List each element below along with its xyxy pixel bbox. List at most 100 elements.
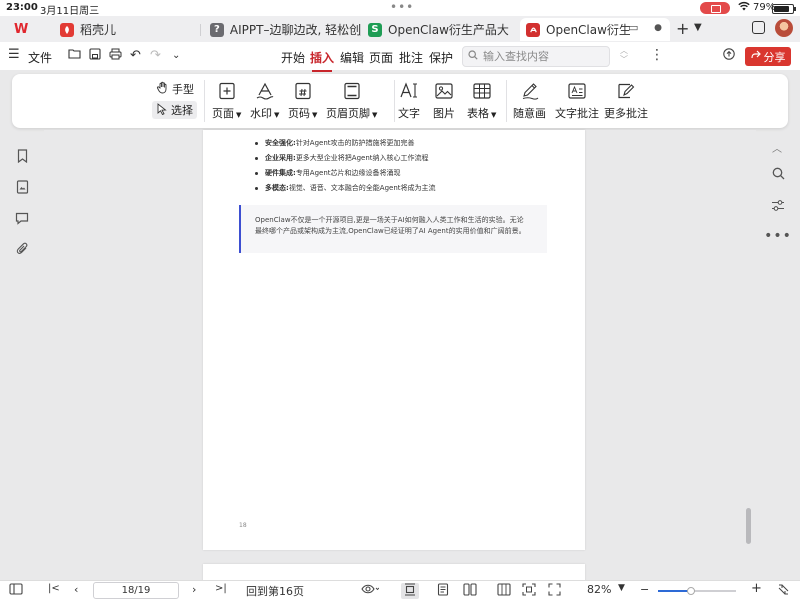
tab-list-chevron-down-icon[interactable]: ▼ [694,22,702,33]
zoom-slider-fill [658,590,691,592]
insert-text-label: 文字 [398,107,420,120]
tab-bar: W 稻壳儿 ? AIPPT–边聊边改, 轻松创 S OpenClaw衍生产品大 … [0,16,800,42]
collapse-ribbon-chevron-up-icon[interactable]: ︿ [772,140,782,155]
undo-icon[interactable]: ↶ [130,48,141,63]
wifi-icon [738,1,750,14]
text-comment-button[interactable]: 文字批注 [555,80,599,121]
insert-text-button[interactable]: 文字 [398,80,420,121]
quick-access-chevron-down-icon[interactable]: ⌄ [172,50,180,61]
file-menu[interactable]: 文件 [28,49,52,66]
insert-ribbon: 手型 选择 页面 ▼ 水印 ▼ 页码 ▼ 页眉页脚 ▼ 文字 图片 表格 ▼ 随… [12,74,788,128]
more-horizontal-icon[interactable]: ••• [764,228,791,244]
zoom-slider-knob[interactable] [686,587,695,595]
page-indicator-input[interactable]: 18/19 [93,582,179,599]
more-vertical-icon[interactable]: ⋮ [650,47,664,63]
document-viewport[interactable]: 安全强化:针对Agent攻击的防护措施将更加完善 企业采用:更多大型企业将把Ag… [44,130,756,584]
list-item: 安全强化:针对Agent攻击的防护措施将更加完善 [255,136,436,151]
attachment-paperclip-icon[interactable] [14,241,30,257]
chevron-down-icon: ▼ [274,111,280,119]
insert-table-button[interactable]: 表格 ▼ [467,80,496,121]
select-tool-button[interactable]: 选择 [152,101,197,119]
redo-icon[interactable]: ↷ [150,48,161,63]
folder-open-icon[interactable] [68,48,81,63]
tab-start[interactable]: 开始 [281,49,305,66]
tab-edit[interactable]: 编辑 [340,49,364,66]
zoom-percent[interactable]: 82% [587,583,611,596]
continuous-scroll-view-icon[interactable] [401,583,419,599]
menu-bar: ☰ 文件 ↶ ↷ ⌄ 开始 插入 编辑 页面 批注 保护 ︿﹀ ⋮ 分享 [0,42,800,72]
vertical-scrollbar-thumb[interactable] [746,508,751,544]
table-icon [471,80,493,102]
list-item: 多模态:视觉、语音、文本融合的全能Agent将成为主流 [255,181,436,196]
eye-view-mode-icon[interactable] [361,583,380,598]
last-page-icon[interactable]: >| [215,583,227,594]
hand-tool-button[interactable]: 手型 [152,80,198,98]
battery-icon [772,4,796,14]
window-switch-icon[interactable] [752,21,765,34]
tab-insert[interactable]: 插入 [310,49,334,72]
sidebar-panel-icon[interactable] [9,583,23,598]
tab-openclaw-sheet[interactable]: S OpenClaw衍生产品大 [368,18,518,41]
header-footer-button[interactable]: 页眉页脚 ▼ [326,80,377,121]
zoom-slider[interactable] [658,587,736,595]
left-sidebar [0,130,44,580]
fit-width-icon[interactable] [522,583,536,599]
window-icon[interactable]: ▭ [628,21,638,34]
tab-page[interactable]: 页面 [369,49,393,66]
watermark-button[interactable]: 水印 ▼ [250,80,279,121]
new-tab-plus-icon[interactable]: + [676,19,689,38]
chevron-down-icon: ▼ [236,111,242,119]
spreadsheet-icon: S [368,22,382,37]
single-page-view-icon[interactable] [437,583,449,599]
share-label: 分享 [763,50,786,64]
insert-page-button[interactable]: 页面 ▼ [212,80,241,121]
search-input[interactable] [483,50,603,63]
right-sidebar: ︿ ••• [756,130,800,580]
user-avatar[interactable] [775,19,793,37]
hamburger-menu-icon[interactable]: ☰ [8,47,20,62]
multitask-dots-icon[interactable]: ••• [390,0,414,14]
header-footer-label: 页眉页脚 [326,107,370,120]
bookmark-icon[interactable] [14,148,30,164]
tab-comment[interactable]: 批注 [399,49,423,66]
status-date: 3月11日周三 [40,6,100,17]
insert-image-label: 图片 [433,107,455,120]
tab-protect[interactable]: 保护 [429,49,453,66]
search-box[interactable] [462,46,610,67]
page-number: 18 [239,522,247,529]
next-page-icon[interactable]: › [192,583,196,596]
tab-aippt[interactable]: ? AIPPT–边聊边改, 轻松创 [210,18,360,41]
thumbnail-icon[interactable] [14,179,30,195]
fit-page-icon[interactable] [497,583,511,599]
text-icon [398,80,420,102]
prev-page-icon[interactable]: ‹ [74,583,78,596]
first-page-icon[interactable]: |< [48,583,60,594]
zoom-dropdown-chevron-icon[interactable]: ▼ [618,583,625,593]
wps-home-tab[interactable]: W [14,18,59,41]
ribbon-divider [506,80,507,122]
share-button[interactable]: 分享 [745,47,791,66]
freehand-draw-button[interactable]: 随意画 [513,80,546,121]
goto-page-link[interactable]: 回到第16页 [246,583,304,599]
two-page-view-icon[interactable] [463,583,477,599]
ribbon-divider [204,80,205,122]
fullscreen-icon[interactable] [548,583,561,599]
screen-record-icon[interactable] [700,2,730,14]
zoom-in-icon[interactable]: + [751,581,762,596]
rotate-screen-icon[interactable] [777,583,790,599]
cloud-upload-icon[interactable] [722,48,736,64]
settings-sliders-icon[interactable] [770,197,786,213]
tab-close-dot-icon[interactable]: ● [650,20,666,36]
tab-daoke[interactable]: 稻壳儿 [60,18,116,41]
more-comments-button[interactable]: 更多批注 [604,80,648,121]
save-icon[interactable] [89,48,101,64]
print-icon[interactable] [109,48,122,64]
tab-openclaw-pdf[interactable]: OpenClaw衍生产 [520,18,670,41]
insert-image-button[interactable]: 图片 [433,80,455,121]
search-icon[interactable] [770,165,786,181]
zoom-out-icon[interactable]: − [640,583,649,596]
search-prev-next-icon[interactable]: ︿ ﹀ [620,46,628,64]
page-number-button[interactable]: 页码 ▼ [288,80,317,121]
comment-icon[interactable] [14,210,30,226]
chevron-down-icon: ▼ [491,111,497,119]
